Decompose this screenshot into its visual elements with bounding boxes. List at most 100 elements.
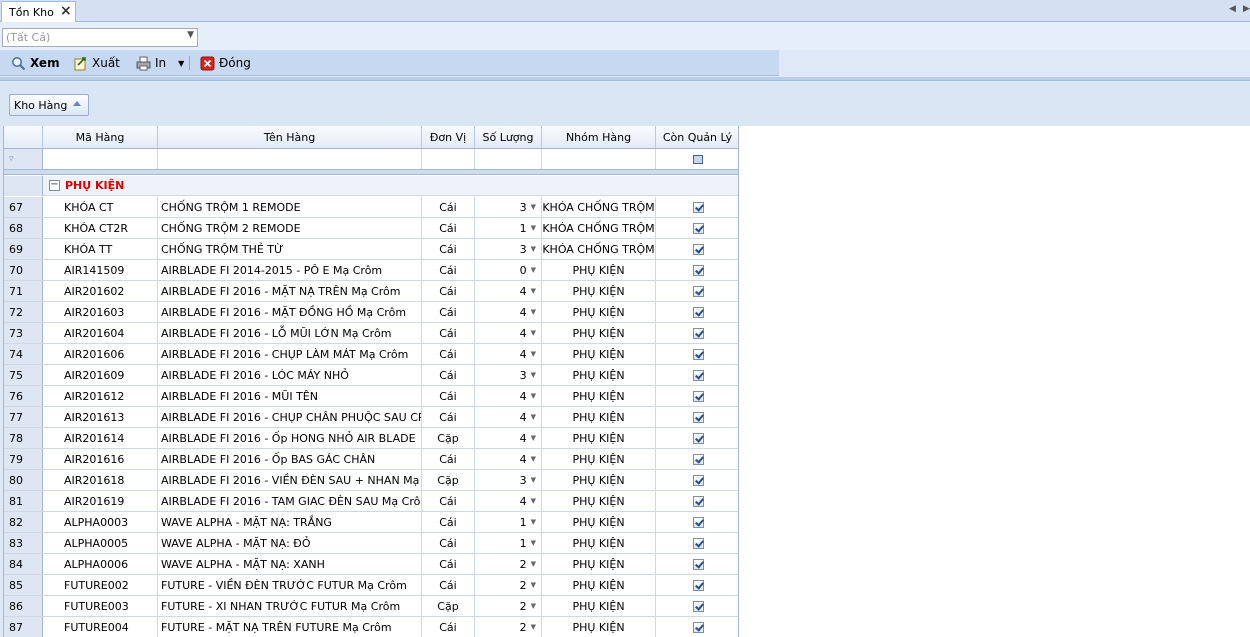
- checkbox-checked-icon[interactable]: [692, 411, 704, 423]
- checkbox-checked-icon[interactable]: [692, 432, 704, 444]
- column-header[interactable]: Còn Quản Lý: [656, 126, 738, 148]
- cell-code[interactable]: FUTURE004: [43, 617, 158, 637]
- cell-active[interactable]: [656, 197, 738, 217]
- cell-qty[interactable]: 4 ▼: [475, 491, 542, 511]
- cell-active[interactable]: [656, 512, 738, 532]
- cell-name[interactable]: CHỐNG TRỘM 1 REMODE: [158, 197, 422, 217]
- table-row[interactable]: 79 AIR201616 AIRBLADE FI 2016 - Ốp BAS GÁC…: [4, 449, 738, 470]
- checkbox-checked-icon[interactable]: [692, 516, 704, 528]
- cell-unit[interactable]: Cái: [422, 365, 475, 385]
- cell-group[interactable]: PHỤ KIỆN: [542, 533, 656, 553]
- checkbox-checked-icon[interactable]: [692, 558, 704, 570]
- cell-unit[interactable]: Cặp: [422, 428, 475, 448]
- warehouse-filter-combo[interactable]: (Tất Cả) ▼: [2, 28, 198, 47]
- cell-qty[interactable]: 4 ▼: [475, 386, 542, 406]
- scroll-right-icon[interactable]: ▶: [1243, 4, 1250, 14]
- cell-group[interactable]: PHỤ KIỆN: [542, 575, 656, 595]
- cell-code[interactable]: AIR201618: [43, 470, 158, 490]
- checkbox-checked-icon[interactable]: [692, 453, 704, 465]
- cell-unit[interactable]: Cái: [422, 575, 475, 595]
- filter-cell-unit[interactable]: [422, 149, 475, 169]
- column-header[interactable]: Đơn Vị: [422, 126, 475, 148]
- cell-unit[interactable]: Cặp: [422, 596, 475, 616]
- table-row[interactable]: 69 KHÓA TT CHỐNG TRỘM THẺ TỪ Cái 3 ▼ KHÓA CHỐN…: [4, 239, 738, 260]
- filter-cell-active[interactable]: [656, 149, 738, 169]
- column-header[interactable]: Nhóm Hàng: [542, 126, 656, 148]
- group-by-chip-kho-hang[interactable]: Kho Hàng: [9, 94, 89, 116]
- filter-cell-group[interactable]: [542, 149, 656, 169]
- spin-down-icon[interactable]: ▼: [531, 371, 536, 379]
- checkbox-checked-icon[interactable]: [692, 390, 704, 402]
- cell-group[interactable]: PHỤ KIỆN: [542, 449, 656, 469]
- cell-group[interactable]: PHỤ KIỆN: [542, 407, 656, 427]
- cell-name[interactable]: FUTURE - VIỀN ĐÈN TRƯỚC FUTUR Mạ Crôm: [158, 575, 422, 595]
- cell-name[interactable]: AIRBLADE FI 2016 - MŨI TÊN: [158, 386, 422, 406]
- cell-code[interactable]: KHÓA CT2R: [43, 218, 158, 238]
- cell-group[interactable]: PHỤ KIỆN: [542, 428, 656, 448]
- cell-unit[interactable]: Cái: [422, 239, 475, 259]
- cell-name[interactable]: AIRBLADE FI 2016 - Ốp HONG NHỎ AIR BLADE: [158, 428, 422, 448]
- cell-active[interactable]: [656, 533, 738, 553]
- cell-name[interactable]: WAVE ALPHA - MẶT NẠ: ĐỎ: [158, 533, 422, 553]
- cell-code[interactable]: AIR201613: [43, 407, 158, 427]
- cell-unit[interactable]: Cái: [422, 449, 475, 469]
- cell-qty[interactable]: 2 ▼: [475, 596, 542, 616]
- cell-qty[interactable]: 3 ▼: [475, 197, 542, 217]
- cell-name[interactable]: AIRBLADE FI 2016 - CHỤP CHÂN PHUỘC SAU C…: [158, 407, 422, 427]
- cell-group[interactable]: PHỤ KIỆN: [542, 386, 656, 406]
- checkbox-checked-icon[interactable]: [692, 537, 704, 549]
- table-row[interactable]: 73 AIR201604 AIRBLADE FI 2016 - LỖ MŨI LỚN…: [4, 323, 738, 344]
- checkbox-checked-icon[interactable]: [692, 243, 704, 255]
- cell-code[interactable]: ALPHA0005: [43, 533, 158, 553]
- column-header[interactable]: Số Lượng: [475, 126, 542, 148]
- cell-name[interactable]: AIRBLADE FI 2016 - VIỀN ĐÈN SAU + NHAN M…: [158, 470, 422, 490]
- spin-down-icon[interactable]: ▼: [531, 455, 536, 463]
- table-row[interactable]: 78 AIR201614 AIRBLADE FI 2016 - Ốp HONG NH…: [4, 428, 738, 449]
- cell-code[interactable]: AIR201602: [43, 281, 158, 301]
- export-button[interactable]: Xuất: [73, 54, 120, 72]
- cell-unit[interactable]: Cái: [422, 197, 475, 217]
- cell-group[interactable]: PHỤ KIỆN: [542, 344, 656, 364]
- table-row[interactable]: 85 FUTURE002 FUTURE - VIỀN ĐÈN TRƯỚC FUTUR…: [4, 575, 738, 596]
- spin-down-icon[interactable]: ▼: [531, 434, 536, 442]
- close-icon[interactable]: ×: [60, 4, 72, 18]
- checkbox-checked-icon[interactable]: [692, 201, 704, 213]
- table-row[interactable]: 82 ALPHA0003 WAVE ALPHA - MẶT NẠ: TRẮNG Cái…: [4, 512, 738, 533]
- table-row[interactable]: 68 KHÓA CT2R CHỐNG TRỘM 2 REMODE Cái 1 ▼ KHÓA …: [4, 218, 738, 239]
- cell-active[interactable]: [656, 386, 738, 406]
- spin-down-icon[interactable]: ▼: [531, 203, 536, 211]
- cell-unit[interactable]: Cái: [422, 617, 475, 637]
- cell-active[interactable]: [656, 596, 738, 616]
- table-row[interactable]: 80 AIR201618 AIRBLADE FI 2016 - VIỀN ĐÈN S…: [4, 470, 738, 491]
- cell-group[interactable]: KHÓA CHỐNG TRỘM: [542, 197, 656, 217]
- cell-qty[interactable]: 4 ▼: [475, 344, 542, 364]
- cell-qty[interactable]: 3 ▼: [475, 239, 542, 259]
- checkbox-checked-icon[interactable]: [692, 369, 704, 381]
- column-header[interactable]: Tên Hàng: [158, 126, 422, 148]
- table-row[interactable]: 75 AIR201609 AIRBLADE FI 2016 - LÓC MÁY NH…: [4, 365, 738, 386]
- cell-active[interactable]: [656, 491, 738, 511]
- cell-group[interactable]: PHỤ KIỆN: [542, 491, 656, 511]
- chevron-down-icon[interactable]: ▼: [178, 59, 184, 68]
- chevron-down-icon[interactable]: ▼: [187, 30, 194, 40]
- cell-code[interactable]: AIR201616: [43, 449, 158, 469]
- table-row[interactable]: 70 AIR141509 AIRBLADE FI 2014-2015 - PÔ E …: [4, 260, 738, 281]
- cell-qty[interactable]: 2 ▼: [475, 575, 542, 595]
- cell-qty[interactable]: 0 ▼: [475, 260, 542, 280]
- checkbox-checked-icon[interactable]: [692, 495, 704, 507]
- cell-name[interactable]: AIRBLADE FI 2014-2015 - PÔ E Mạ Crôm: [158, 260, 422, 280]
- spin-down-icon[interactable]: ▼: [531, 329, 536, 337]
- cell-qty[interactable]: 1 ▼: [475, 533, 542, 553]
- cell-unit[interactable]: Cái: [422, 533, 475, 553]
- cell-code[interactable]: AIR141509: [43, 260, 158, 280]
- cell-unit[interactable]: Cái: [422, 281, 475, 301]
- spin-down-icon[interactable]: ▼: [531, 245, 536, 253]
- cell-code[interactable]: FUTURE003: [43, 596, 158, 616]
- cell-qty[interactable]: 4 ▼: [475, 407, 542, 427]
- cell-unit[interactable]: Cái: [422, 491, 475, 511]
- cell-code[interactable]: AIR201604: [43, 323, 158, 343]
- cell-active[interactable]: [656, 260, 738, 280]
- spin-down-icon[interactable]: ▼: [531, 476, 536, 484]
- cell-code[interactable]: KHÓA CT: [43, 197, 158, 217]
- group-row[interactable]: − PHỤ KIỆN: [4, 176, 738, 196]
